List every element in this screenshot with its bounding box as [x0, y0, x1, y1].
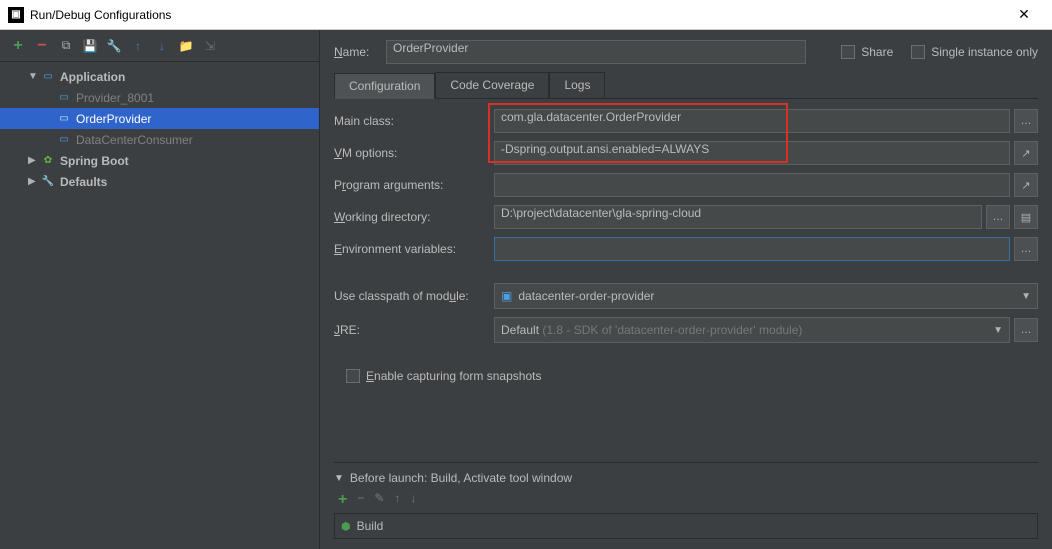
- tab-code-coverage[interactable]: Code Coverage: [435, 72, 549, 98]
- expand-vm-button[interactable]: ↗: [1014, 141, 1038, 165]
- add-task-icon[interactable]: +: [338, 491, 347, 509]
- before-launch-header[interactable]: ▼ Before launch: Build, Activate tool wi…: [334, 471, 1038, 485]
- run-icon: ▭: [56, 90, 72, 106]
- main-container: + − ⧉ 💾 🔧 ↑ ↓ 📁 ⇲ ▼ ▭ Application ▭ Prov…: [0, 30, 1052, 549]
- tree-application[interactable]: ▼ ▭ Application: [0, 66, 319, 87]
- share-label: Share: [861, 45, 893, 59]
- arrow-up-icon[interactable]: ↑: [130, 38, 146, 54]
- browse-wd-button[interactable]: …: [986, 205, 1010, 229]
- config-tree: ▼ ▭ Application ▭ Provider_8001 ▭ OrderP…: [0, 62, 319, 549]
- remove-task-icon[interactable]: −: [357, 491, 364, 509]
- vm-options-input[interactable]: -Dspring.output.ansi.enabled=ALWAYS: [494, 141, 1010, 165]
- before-launch-list[interactable]: ⬢ Build: [334, 513, 1038, 539]
- add-icon[interactable]: +: [10, 38, 26, 54]
- tree-item[interactable]: ▭ DataCenterConsumer: [0, 129, 319, 150]
- up-task-icon[interactable]: ↑: [394, 491, 400, 509]
- chevron-down-icon: ▼: [334, 473, 344, 484]
- chevron-down-icon: ▼: [28, 71, 40, 82]
- jre-label: JRE:: [334, 323, 494, 337]
- chevron-down-icon: ▼: [1021, 291, 1031, 302]
- classpath-label: Use classpath of module:: [334, 289, 494, 303]
- program-args-label: Program arguments:: [334, 178, 494, 192]
- env-vars-input[interactable]: [494, 237, 1010, 261]
- tree-item-selected[interactable]: ▭ OrderProvider: [0, 108, 319, 129]
- expand-args-button[interactable]: ↗: [1014, 173, 1038, 197]
- form: Main class: com.gla.datacenter.OrderProv…: [334, 109, 1038, 539]
- app-icon: ▣: [8, 7, 24, 23]
- run-icon: ▭: [56, 132, 72, 148]
- edit-task-icon[interactable]: ✎: [374, 491, 384, 509]
- name-row: Name: OrderProvider Share Single instanc…: [334, 40, 1038, 64]
- vm-options-label: VM options:: [334, 146, 494, 160]
- share-checkbox[interactable]: [841, 45, 855, 59]
- tree-item[interactable]: ▭ Provider_8001: [0, 87, 319, 108]
- wrench-icon: 🔧: [40, 174, 56, 190]
- tab-logs[interactable]: Logs: [549, 72, 605, 98]
- arrow-down-icon[interactable]: ↓: [154, 38, 170, 54]
- chevron-down-icon: ▼: [993, 325, 1003, 336]
- name-label: Name:: [334, 45, 386, 59]
- remove-icon[interactable]: −: [34, 38, 50, 54]
- before-launch-section: ▼ Before launch: Build, Activate tool wi…: [334, 462, 1038, 539]
- browse-main-class-button[interactable]: …: [1014, 109, 1038, 133]
- sidebar-toolbar: + − ⧉ 💾 🔧 ↑ ↓ 📁 ⇲: [0, 30, 319, 62]
- single-instance-label: Single instance only: [931, 45, 1038, 59]
- collapse-icon[interactable]: ⇲: [202, 38, 218, 54]
- sidebar: + − ⧉ 💾 🔧 ↑ ↓ 📁 ⇲ ▼ ▭ Application ▭ Prov…: [0, 30, 320, 549]
- close-icon[interactable]: ✕: [1004, 6, 1044, 23]
- wrench-icon[interactable]: 🔧: [106, 38, 122, 54]
- spring-icon: ✿: [40, 153, 56, 169]
- run-icon: ▭: [56, 111, 72, 127]
- chevron-right-icon: ▶: [28, 176, 40, 187]
- down-task-icon[interactable]: ↓: [410, 491, 416, 509]
- working-dir-label: Working directory:: [334, 210, 494, 224]
- classpath-select[interactable]: ▣datacenter-order-provider ▼: [494, 283, 1038, 309]
- program-args-input[interactable]: [494, 173, 1010, 197]
- working-dir-input[interactable]: D:\project\datacenter\gla-spring-cloud: [494, 205, 982, 229]
- copy-icon[interactable]: ⧉: [58, 38, 74, 54]
- jre-select[interactable]: Default (1.8 - SDK of 'datacenter-order-…: [494, 317, 1010, 343]
- browse-jre-button[interactable]: …: [1014, 318, 1038, 342]
- window-title: Run/Debug Configurations: [30, 8, 1004, 22]
- tree-defaults[interactable]: ▶ 🔧 Defaults: [0, 171, 319, 192]
- main-panel: Name: OrderProvider Share Single instanc…: [320, 30, 1052, 549]
- main-class-label: Main class:: [334, 114, 494, 128]
- tabs: Configuration Code Coverage Logs: [334, 72, 1038, 99]
- snapshot-checkbox[interactable]: [346, 369, 360, 383]
- main-class-input[interactable]: com.gla.datacenter.OrderProvider: [494, 109, 1010, 133]
- application-icon: ▭: [40, 69, 56, 85]
- snapshot-label: Enable capturing form snapshots: [366, 369, 541, 383]
- browse-env-button[interactable]: …: [1014, 237, 1038, 261]
- before-launch-toolbar: + − ✎ ↑ ↓: [334, 491, 1038, 509]
- chevron-right-icon: ▶: [28, 155, 40, 166]
- name-input[interactable]: OrderProvider: [386, 40, 806, 64]
- tab-configuration[interactable]: Configuration: [334, 73, 435, 99]
- folder-icon[interactable]: 📁: [178, 38, 194, 54]
- tree-spring-boot[interactable]: ▶ ✿ Spring Boot: [0, 150, 319, 171]
- titlebar: ▣ Run/Debug Configurations ✕: [0, 0, 1052, 30]
- single-instance-checkbox[interactable]: [911, 45, 925, 59]
- build-icon: ⬢: [341, 520, 351, 533]
- env-vars-label: Environment variables:: [334, 242, 494, 256]
- save-icon[interactable]: 💾: [82, 38, 98, 54]
- macro-wd-button[interactable]: ▤: [1014, 205, 1038, 229]
